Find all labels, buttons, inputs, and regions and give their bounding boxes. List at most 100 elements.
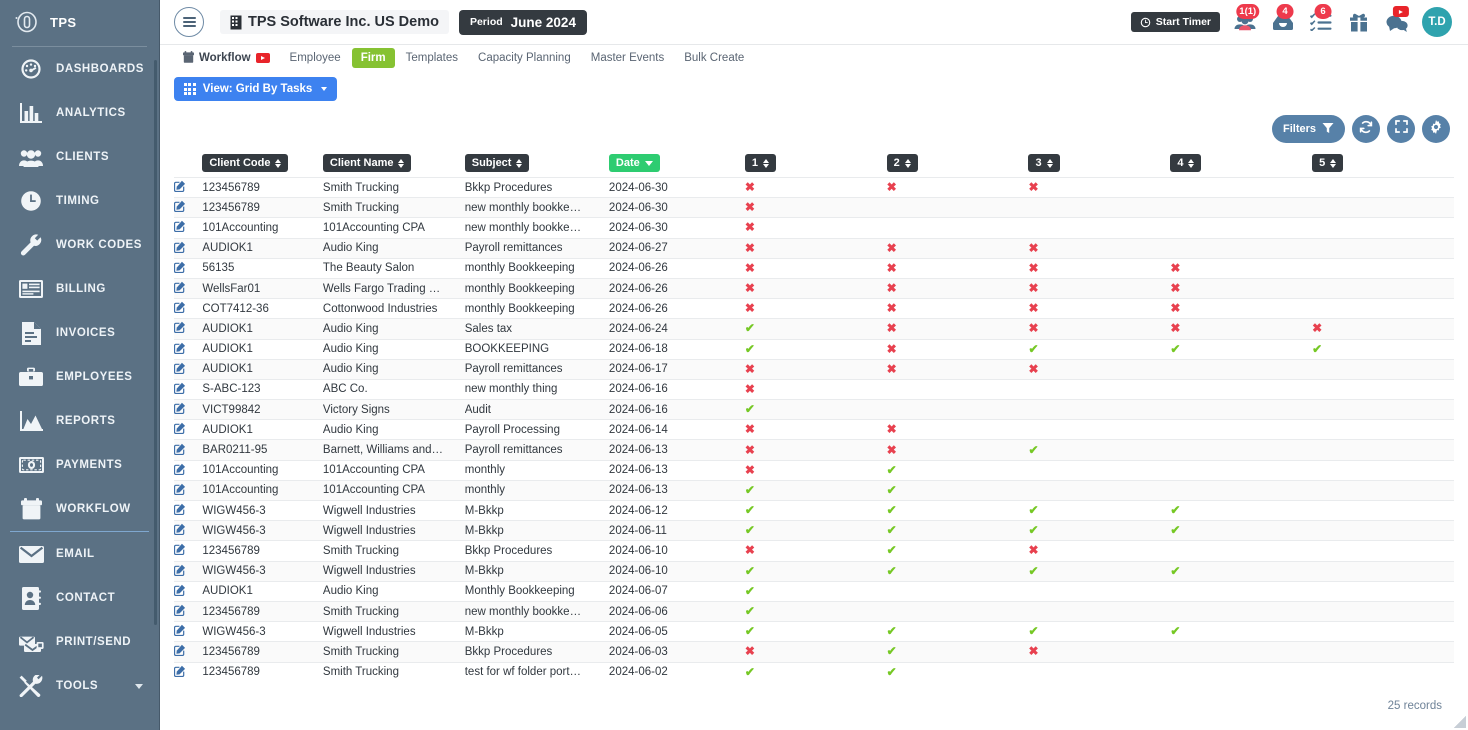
cell-status-5[interactable] bbox=[1312, 520, 1454, 541]
cell-status-3[interactable]: ✔ bbox=[1028, 520, 1171, 541]
edit-pencil-icon[interactable] bbox=[174, 604, 186, 619]
cell-status-1[interactable]: ✖ bbox=[744, 459, 887, 481]
cell-status-5[interactable] bbox=[1312, 479, 1454, 501]
cell-status-4[interactable]: ✖ bbox=[1170, 257, 1313, 279]
row-edit-cell[interactable] bbox=[174, 459, 203, 481]
table-row[interactable]: AUDIOK1 Audio King Sales tax 2024-06-24 ✔ ✖ ✖ ✖… bbox=[174, 318, 1454, 339]
tab-firm[interactable]: Firm bbox=[351, 48, 395, 68]
row-edit-cell[interactable] bbox=[174, 499, 203, 521]
cell-status-3[interactable]: ✔ bbox=[1028, 499, 1171, 521]
table-row[interactable]: WIGW456-3 Wigwell Industries M-Bkkp 2024-06… bbox=[174, 621, 1454, 642]
cell-status-4[interactable]: ✔ bbox=[1170, 338, 1313, 360]
edit-pencil-icon[interactable] bbox=[174, 301, 186, 316]
cell-status-4[interactable] bbox=[1170, 419, 1313, 440]
cell-status-1[interactable]: ✔ bbox=[744, 580, 887, 602]
sidebar-item-email[interactable]: EMAIL bbox=[0, 532, 159, 576]
cell-status-4[interactable] bbox=[1170, 641, 1313, 662]
column-header-s1[interactable]: 1 bbox=[744, 153, 887, 178]
cell-status-4[interactable] bbox=[1170, 237, 1313, 259]
view-mode-button[interactable]: View: Grid By Tasks bbox=[174, 77, 338, 101]
cell-status-1[interactable]: ✔ bbox=[744, 600, 887, 622]
cell-status-2[interactable]: ✖ bbox=[886, 419, 1029, 440]
cell-status-5[interactable] bbox=[1312, 277, 1454, 299]
cell-status-4[interactable] bbox=[1170, 358, 1313, 380]
cell-status-3[interactable]: ✖ bbox=[1028, 358, 1171, 380]
edit-pencil-icon[interactable] bbox=[174, 382, 186, 397]
table-row[interactable]: 101Accounting 101Accounting CPA monthly 202… bbox=[174, 459, 1454, 481]
cell-status-4[interactable] bbox=[1170, 540, 1313, 562]
cell-status-1[interactable]: ✖ bbox=[744, 641, 887, 662]
cell-status-5[interactable] bbox=[1312, 600, 1454, 622]
cell-status-4[interactable] bbox=[1170, 439, 1313, 461]
edit-pencil-icon[interactable] bbox=[174, 503, 186, 518]
cell-status-5[interactable] bbox=[1312, 499, 1454, 521]
row-edit-cell[interactable] bbox=[174, 338, 203, 360]
cell-status-5[interactable] bbox=[1312, 641, 1454, 662]
cell-status-1[interactable]: ✔ bbox=[744, 479, 887, 501]
cell-status-2[interactable]: ✔ bbox=[886, 641, 1029, 662]
cell-status-1[interactable]: ✖ bbox=[744, 378, 887, 400]
table-row[interactable]: WIGW456-3 Wigwell Industries M-Bkkp 2024-06… bbox=[174, 520, 1454, 541]
cell-status-3[interactable] bbox=[1028, 217, 1171, 239]
cell-status-2[interactable]: ✖ bbox=[886, 298, 1029, 319]
fullscreen-button[interactable] bbox=[1387, 115, 1415, 143]
cell-status-5[interactable] bbox=[1312, 560, 1454, 582]
cell-status-1[interactable]: ✔ bbox=[744, 499, 887, 521]
column-header-s5[interactable]: 5 bbox=[1312, 153, 1454, 178]
cell-status-1[interactable]: ✔ bbox=[744, 338, 887, 360]
tab-employee[interactable]: Employee bbox=[281, 48, 350, 68]
sidebar-item-employees[interactable]: EMPLOYEES bbox=[0, 355, 159, 399]
tab-workflow[interactable]: Workflow bbox=[174, 47, 279, 70]
cell-status-3[interactable] bbox=[1028, 378, 1171, 400]
row-edit-cell[interactable] bbox=[174, 257, 203, 279]
cell-status-1[interactable]: ✖ bbox=[744, 197, 887, 218]
table-row[interactable]: VICT99842 Victory Signs Audit 2024-06-16 ✔ bbox=[174, 399, 1454, 420]
row-edit-cell[interactable] bbox=[174, 479, 203, 501]
edit-pencil-icon[interactable] bbox=[174, 422, 186, 437]
row-edit-cell[interactable] bbox=[174, 641, 203, 662]
record-count[interactable]: 25 records bbox=[1388, 700, 1442, 712]
refresh-button[interactable] bbox=[1352, 115, 1380, 143]
cell-status-3[interactable] bbox=[1028, 580, 1171, 602]
row-edit-cell[interactable] bbox=[174, 621, 203, 642]
row-edit-cell[interactable] bbox=[174, 298, 203, 319]
table-row[interactable]: 123456789 Smith Trucking new monthly bookk… bbox=[174, 197, 1454, 218]
table-row[interactable]: 123456789 Smith Trucking Bkkp Procedures 20… bbox=[174, 540, 1454, 562]
sidebar-item-reports[interactable]: REPORTS bbox=[0, 399, 159, 443]
clients-group-icon[interactable]: 1(1) bbox=[1232, 4, 1260, 35]
cell-status-1[interactable]: ✖ bbox=[744, 217, 887, 239]
table-row[interactable]: AUDIOK1 Audio King Payroll remittances 2024… bbox=[174, 358, 1454, 380]
cell-status-1[interactable]: ✖ bbox=[744, 176, 887, 198]
edit-pencil-icon[interactable] bbox=[174, 402, 186, 417]
firm-selector[interactable]: TPS Software Inc. US Demo bbox=[220, 10, 449, 34]
sidebar-item-billing[interactable]: BILLING bbox=[0, 267, 159, 311]
cell-status-2[interactable]: ✖ bbox=[886, 277, 1029, 299]
cell-status-4[interactable]: ✔ bbox=[1170, 621, 1313, 642]
cell-status-5[interactable] bbox=[1312, 237, 1454, 259]
row-edit-cell[interactable] bbox=[174, 560, 203, 582]
cell-status-4[interactable] bbox=[1170, 459, 1313, 481]
table-row[interactable]: 123456789 Smith Trucking Bkkp Procedures 20… bbox=[174, 641, 1454, 662]
youtube-icon[interactable] bbox=[255, 53, 270, 63]
table-row[interactable]: AUDIOK1 Audio King Payroll Processing 2024-… bbox=[174, 419, 1454, 440]
column-sort-pill[interactable]: Client Name bbox=[322, 154, 412, 172]
edit-pencil-icon[interactable] bbox=[174, 220, 186, 235]
cell-status-3[interactable] bbox=[1028, 459, 1171, 481]
edit-pencil-icon[interactable] bbox=[174, 624, 186, 639]
cell-status-1[interactable]: ✔ bbox=[744, 560, 887, 582]
column-sort-pill[interactable]: 2 bbox=[886, 154, 918, 172]
brand[interactable]: TPS bbox=[0, 0, 159, 44]
cell-status-2[interactable]: ✖ bbox=[886, 358, 1029, 380]
edit-pencil-icon[interactable] bbox=[174, 584, 186, 599]
tab-master-events[interactable]: Master Events bbox=[582, 48, 674, 68]
cell-status-3[interactable]: ✖ bbox=[1028, 641, 1171, 662]
cell-status-4[interactable]: ✔ bbox=[1170, 520, 1313, 541]
cell-status-3[interactable] bbox=[1028, 600, 1171, 622]
table-row[interactable]: 101Accounting 101Accounting CPA new monthl… bbox=[174, 217, 1454, 239]
column-header-date[interactable]: Date bbox=[608, 153, 745, 178]
sidebar-item-workflow[interactable]: WORKFLOW bbox=[0, 487, 159, 531]
row-edit-cell[interactable] bbox=[174, 580, 203, 602]
cell-status-4[interactable] bbox=[1170, 378, 1313, 400]
table-row[interactable]: 123456789 Smith Trucking test for wf folde… bbox=[174, 661, 1454, 683]
sidebar-scrollbar[interactable] bbox=[154, 60, 157, 625]
